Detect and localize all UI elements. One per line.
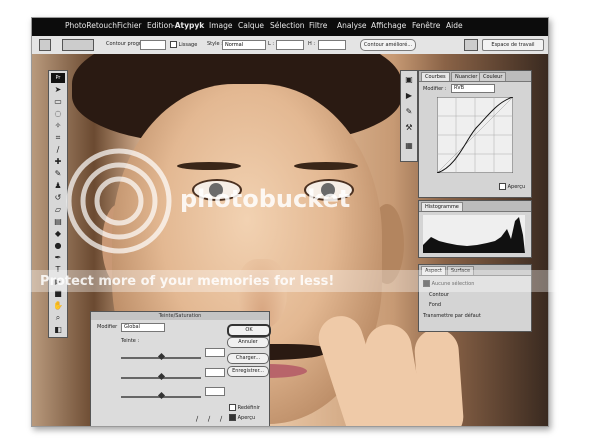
width-label: L : (268, 41, 275, 47)
brush-preset-icon[interactable]: ✎ (403, 107, 415, 117)
watermark-band-text: Protect more of your memories for less! (40, 274, 335, 289)
menu-analyse[interactable]: Analyse (337, 21, 367, 30)
menu-fenetre[interactable]: Fenêtre (412, 21, 440, 30)
menu-image[interactable]: Image (209, 21, 233, 30)
menu-aide[interactable]: Aide (446, 21, 463, 30)
layer-comp-icon[interactable]: ▦ (403, 141, 415, 151)
load-button[interactable]: Charger... (227, 353, 269, 364)
hue-value-field[interactable] (205, 348, 225, 357)
photo-brow-right (294, 162, 358, 170)
watermark-logo-icon (66, 148, 172, 254)
menu-filtre[interactable]: Filtre (309, 21, 327, 30)
dialog-title: Teinte/Saturation (91, 312, 269, 320)
menu-bar: PhotoRetouch Fichier Edition -Atypyk Ima… (32, 18, 548, 36)
menu-fichier[interactable]: Fichier (117, 21, 142, 30)
menu-calque[interactable]: Calque (238, 21, 264, 30)
curves-preview-checkbox[interactable]: Aperçu (499, 183, 525, 190)
ok-button[interactable]: OK (227, 324, 271, 337)
aspect-row-4[interactable]: Transmettre par défaut (423, 313, 481, 319)
watermark-text: photobucket (180, 185, 351, 213)
navigator-icon[interactable]: ▣ (403, 75, 415, 85)
healing-icon[interactable]: ✚ (52, 157, 64, 167)
lasso-icon[interactable]: ◌ (52, 109, 64, 119)
dialog-field-label: Modifier (97, 324, 118, 330)
saturation-value-field[interactable] (205, 368, 225, 377)
pen-icon[interactable]: ✒ (52, 253, 64, 263)
brand-label: -Atypyk (172, 21, 205, 30)
histogram-panel: Histogramme (418, 200, 532, 258)
dialog-field-select[interactable]: Global (121, 323, 165, 332)
cancel-button[interactable]: Annuler (227, 337, 269, 348)
height-label: H : (308, 41, 316, 47)
photo-brow-left (177, 162, 241, 170)
marquee-tool-icon[interactable] (39, 39, 51, 51)
lissage-checkbox[interactable]: Lissage (170, 41, 197, 48)
move-tool-icon[interactable]: ➤ (52, 85, 64, 95)
save-button[interactable]: Enregistrer... (227, 366, 269, 377)
eraser-icon[interactable]: ▱ (52, 205, 64, 215)
blur-icon[interactable]: ◆ (52, 229, 64, 239)
contour-label: Contour progr. (106, 41, 143, 47)
workspace-menu[interactable]: Espace de travail (482, 39, 544, 51)
brush-icon[interactable]: ✎ (52, 169, 64, 179)
selection-mode-icons[interactable] (62, 39, 94, 51)
menu-selection[interactable]: Sélection (270, 21, 305, 30)
options-bar: Contour progr. Lissage Style : Normal L … (32, 36, 548, 55)
histogram-tabs: Histogramme (419, 201, 531, 212)
tool-preset-icon[interactable]: ⚒ (403, 123, 415, 133)
app-title[interactable]: PhotoRetouch (65, 21, 117, 30)
zoom-icon[interactable]: ⌕ (52, 313, 64, 323)
history-brush-icon[interactable]: ↺ (52, 193, 64, 203)
curves-tabs: Courbes Nuancier Couleur (419, 71, 531, 82)
height-field[interactable] (318, 40, 346, 50)
colorize-checkbox[interactable]: Redéfinir (229, 404, 260, 411)
hand-icon[interactable]: ✋ (52, 301, 64, 311)
dialog-preview-checkbox[interactable]: Aperçu (229, 414, 255, 421)
tab-couleur[interactable]: Couleur (479, 72, 507, 81)
histogram-graph (423, 215, 525, 253)
curves-graph[interactable] (437, 97, 513, 173)
stamp-icon[interactable]: ♟ (52, 181, 64, 191)
crop-icon[interactable]: ⌗ (52, 133, 64, 143)
dodge-icon[interactable]: ● (52, 241, 64, 251)
hue-saturation-dialog: Teinte/Saturation Modifier Global Teinte… (90, 311, 271, 426)
menu-edition[interactable]: Edition (147, 21, 173, 30)
eyedropper-1-icon[interactable]: ∕ (191, 414, 203, 424)
refine-edge-button[interactable]: Contour amélioré... (360, 39, 416, 51)
eyedropper-3-icon[interactable]: ∕ (215, 414, 227, 424)
menu-affichage[interactable]: Affichage (371, 21, 406, 30)
eyedropper-2-icon[interactable]: ∕ (203, 414, 215, 424)
workspace-icon[interactable] (464, 39, 478, 51)
tab-nuancier[interactable]: Nuancier (451, 72, 482, 81)
style-select[interactable]: Normal (222, 40, 266, 50)
style-label: Style : (207, 41, 223, 47)
marquee-icon[interactable]: ▭ (52, 97, 64, 107)
magic-wand-icon[interactable]: ✧ (52, 121, 64, 131)
curves-panel: Courbes Nuancier Couleur Modifier : RVB … (418, 70, 532, 198)
photo-finger-3 (413, 327, 465, 426)
modifier-label: Modifier : (423, 86, 447, 92)
tab-courbes[interactable]: Courbes (421, 72, 450, 81)
play-icon[interactable]: ▶ (403, 91, 415, 101)
contour-field[interactable] (140, 40, 166, 50)
color-swatch-icon[interactable]: ◧ (52, 325, 64, 335)
panel-dock-icons: ▣ ▶ ✎ ⚒ ▦ (400, 70, 418, 162)
lightness-value-field[interactable] (205, 387, 225, 396)
tab-histogramme[interactable]: Histogramme (421, 202, 463, 211)
tools-badge: Pr (51, 73, 65, 83)
gradient-icon[interactable]: ▤ (52, 217, 64, 227)
eyedropper-icon[interactable]: ∕ (52, 145, 64, 155)
label-teinte: Teinte : (121, 338, 140, 344)
aspect-row-2[interactable]: Contour (429, 292, 449, 298)
channel-select[interactable]: RVB (451, 84, 495, 93)
aspect-row-3[interactable]: Fond (429, 302, 441, 308)
width-field[interactable] (276, 40, 304, 50)
